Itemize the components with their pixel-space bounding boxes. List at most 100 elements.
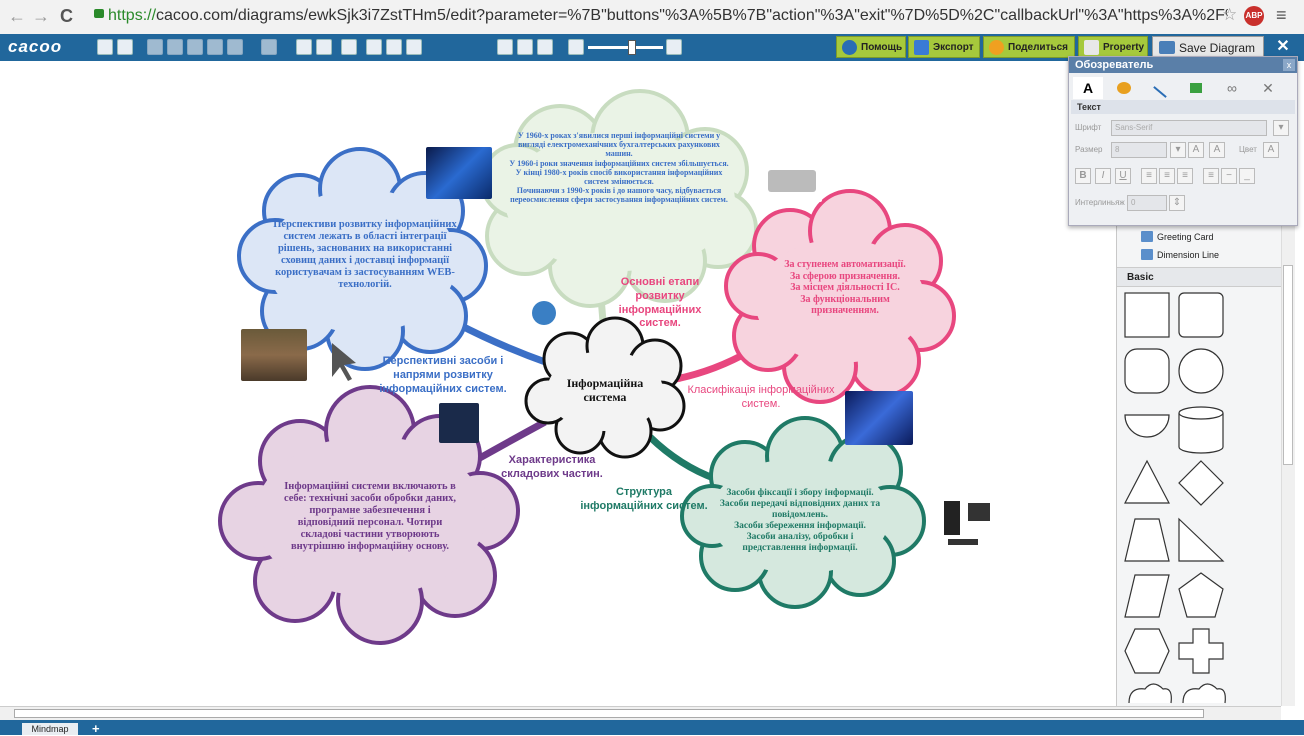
browser-menu-icon[interactable]: ≡ [1276,5,1287,26]
font-increase-icon[interactable]: A [1188,142,1204,158]
library-item-label: Greeting Card [1157,232,1214,242]
fill-icon [1117,82,1131,94]
shape-hexagon[interactable] [1124,628,1170,674]
library-item-dimension-line[interactable]: Dimension Line [1141,248,1219,262]
tab-line[interactable] [1145,77,1175,99]
text-tool-icon[interactable] [296,39,312,55]
shape-rounded-square[interactable] [1178,292,1224,338]
text-section-header[interactable]: Текст [1071,100,1295,114]
settings-icon[interactable] [517,39,533,55]
shape-diamond[interactable] [1178,460,1224,506]
tools-icon: ✕ [1262,80,1274,96]
tab-shadow[interactable] [1181,77,1211,99]
help-button[interactable]: Помощь [836,36,906,58]
shape-square[interactable] [1124,292,1170,338]
font-select[interactable]: Sans-Serif [1111,120,1267,136]
sheet-tool-icon[interactable] [406,39,422,55]
shape-cloud-2[interactable] [1182,683,1226,704]
basic-shapes-header[interactable]: Basic [1117,267,1291,287]
line-spacing-stepper[interactable]: ⇕ [1169,195,1185,211]
export-icon [914,40,929,55]
size-input[interactable]: 8 [1111,142,1167,158]
shape-right-triangle[interactable] [1178,517,1225,562]
zoom-out-icon[interactable] [568,39,584,55]
shape-cloud[interactable] [1128,683,1172,704]
lock-icon [94,9,104,18]
shape-round-rect[interactable] [1124,348,1170,394]
cut-icon[interactable] [187,39,203,55]
shape-tool-icon[interactable] [341,39,357,55]
bold-icon[interactable]: B [1075,168,1091,184]
shape-circle[interactable] [1178,348,1224,394]
align-center-icon[interactable]: ≡ [1159,168,1175,184]
pen-tool-icon[interactable] [386,39,402,55]
library-scroll-thumb[interactable] [1283,265,1293,465]
duplicate-icon[interactable] [227,39,243,55]
property-button[interactable]: Property [1078,36,1148,58]
shape-triangle[interactable] [1124,459,1170,504]
zoom-slider-track[interactable] [588,46,663,49]
tab-tools[interactable]: ✕ [1253,77,1283,99]
cacoo-logo[interactable]: cacoo [8,37,62,57]
shape-trapezoid[interactable] [1124,518,1170,562]
cloud-bottom-left-text: Інформаційні системи включають в себе: т… [283,481,457,553]
zoom-slider-thumb[interactable] [628,40,636,55]
valign-top-icon[interactable]: ≡ [1203,168,1219,184]
font-dropdown-icon[interactable]: ▾ [1273,120,1289,136]
info-icon[interactable] [537,39,553,55]
horizontal-scroll-thumb[interactable] [14,709,1204,718]
align-left-icon[interactable]: ≡ [1141,168,1157,184]
shape-cross[interactable] [1178,628,1224,674]
tab-text[interactable]: A [1073,77,1103,99]
shape-cylinder-top[interactable] [1178,406,1224,420]
back-arrow-icon[interactable]: ← [8,6,26,27]
pc-hardware-clipart [920,489,1018,579]
paste-icon[interactable] [167,39,183,55]
add-sheet-button[interactable]: + [92,721,100,736]
save-diagram-button[interactable]: Save Diagram [1152,36,1264,58]
share-button[interactable]: Поделиться [983,36,1075,58]
undo-icon[interactable] [97,39,113,55]
canvas-horizontal-scrollbar[interactable] [0,706,1281,721]
diagram-canvas[interactable]: У 1960-х роках з'явилися перші інформаці… [0,61,1116,706]
underline-icon[interactable]: U [1115,168,1131,184]
adblock-icon[interactable]: ABP [1244,6,1264,26]
meeting-photo [241,329,307,381]
export-button[interactable]: Экспорт [908,36,980,58]
link-icon: ∞ [1227,80,1237,96]
line-tool-icon[interactable] [316,39,332,55]
shape-pentagon[interactable] [1178,572,1224,618]
close-editor-button[interactable]: ✕ [1270,36,1296,58]
valign-middle-icon[interactable]: − [1221,168,1237,184]
tab-fill[interactable] [1109,77,1139,99]
shape-parallelogram[interactable] [1124,574,1170,618]
line-spacing-input[interactable]: 0 [1127,195,1167,211]
library-scrollbar[interactable] [1281,225,1295,706]
inspector-panel: Обозреватель x A ∞ ✕ Текст Шрифт Sans-Se… [1068,56,1298,226]
star-icon[interactable]: ☆ [1222,5,1237,25]
valign-bottom-icon[interactable]: _ [1239,168,1255,184]
group-icon[interactable] [261,39,277,55]
sheet-tab-mindmap[interactable]: Mindmap [22,723,78,735]
zoom-in-icon[interactable] [666,39,682,55]
copy-icon[interactable] [207,39,223,55]
branch-right-label: Класифікація інформаційних систем. [687,384,835,410]
library-item-greeting-card[interactable]: Greeting Card [1141,230,1214,244]
url-scheme: https:// [108,7,157,24]
size-dropdown-icon[interactable]: ▾ [1170,142,1186,158]
grid-icon[interactable] [497,39,513,55]
font-decrease-icon[interactable]: A [1209,142,1225,158]
table-tool-icon[interactable] [366,39,382,55]
text-color-icon[interactable]: A [1263,142,1279,158]
inspector-close-button[interactable]: x [1283,59,1295,71]
tab-link[interactable]: ∞ [1217,77,1247,99]
shape-half-circle[interactable] [1124,414,1170,438]
forward-arrow-icon[interactable]: → [32,6,50,27]
new-page-icon[interactable] [147,39,163,55]
redo-icon[interactable] [117,39,133,55]
italic-icon[interactable]: I [1095,168,1111,184]
globe-network-clipart [518,297,570,335]
reload-icon[interactable]: C [60,6,73,27]
align-right-icon[interactable]: ≡ [1177,168,1193,184]
address-bar[interactable]: https://cacoo.com/diagrams/ewkSjk3i7ZstT… [108,7,1228,25]
